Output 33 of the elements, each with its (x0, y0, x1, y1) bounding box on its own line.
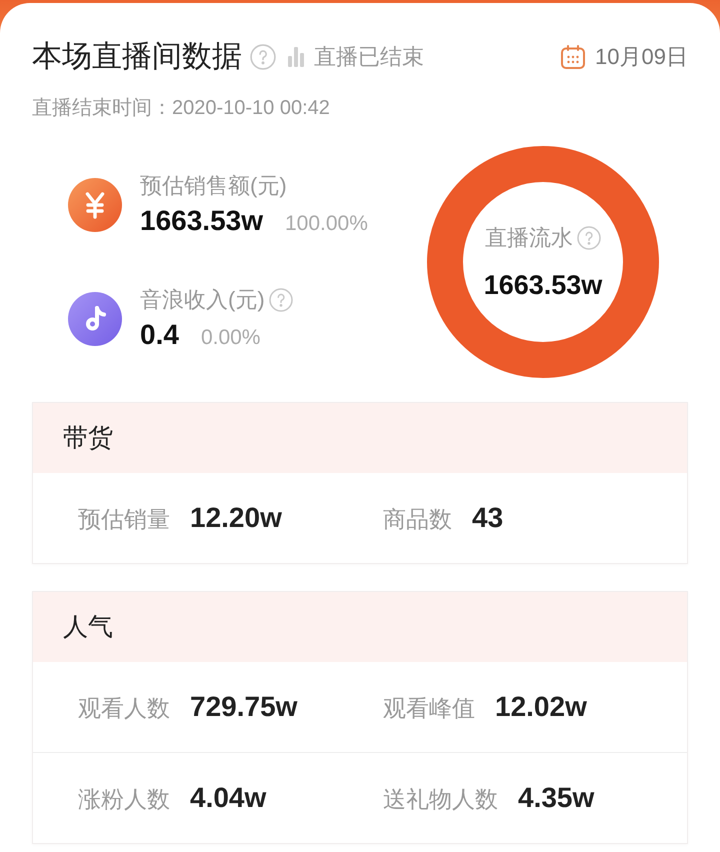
metric-label: 涨粉人数 (78, 785, 170, 814)
calendar-icon (561, 45, 586, 69)
yen-coin-icon (68, 178, 122, 232)
section-title: 人气 (63, 612, 113, 642)
donut-value: 1663.53w (484, 268, 602, 300)
live-status: 直播已结束 (314, 43, 424, 71)
metric-value: 43 (472, 501, 504, 535)
metric-value: 12.20w (190, 501, 282, 535)
section-title: 带货 (63, 423, 113, 453)
revenue-label: 音浪收入(元) (140, 286, 265, 314)
help-icon[interactable] (577, 226, 601, 250)
metric-value: 4.35w (518, 781, 594, 815)
date-picker-button[interactable]: 10月09日 (561, 43, 688, 71)
music-note-icon (68, 292, 122, 346)
help-icon[interactable] (268, 288, 293, 312)
revenue-share: 100.00% (285, 211, 368, 237)
metric-label: 送礼物人数 (383, 785, 498, 814)
revenue-share: 0.00% (200, 325, 260, 351)
metric-label: 观看人数 (78, 694, 170, 723)
metric-value: 4.04w (190, 781, 266, 815)
revenue-value: 1663.53w (140, 204, 263, 238)
end-time-text: 直播结束时间：2020-10-10 00:42 (32, 96, 331, 121)
metric-label: 观看峰值 (383, 694, 475, 723)
donut-label: 直播流水 (485, 224, 573, 252)
revenue-label: 预估销售额(元) (140, 172, 287, 200)
bar-chart-icon (288, 47, 304, 67)
help-icon[interactable] (250, 44, 276, 70)
metric-label: 预估销量 (78, 505, 170, 534)
metric-label: 商品数 (383, 505, 452, 534)
page-title: 本场直播间数据 (32, 39, 242, 75)
metric-value: 729.75w (190, 690, 298, 724)
revenue-value: 0.4 (140, 318, 179, 352)
metric-value: 12.02w (495, 690, 587, 724)
